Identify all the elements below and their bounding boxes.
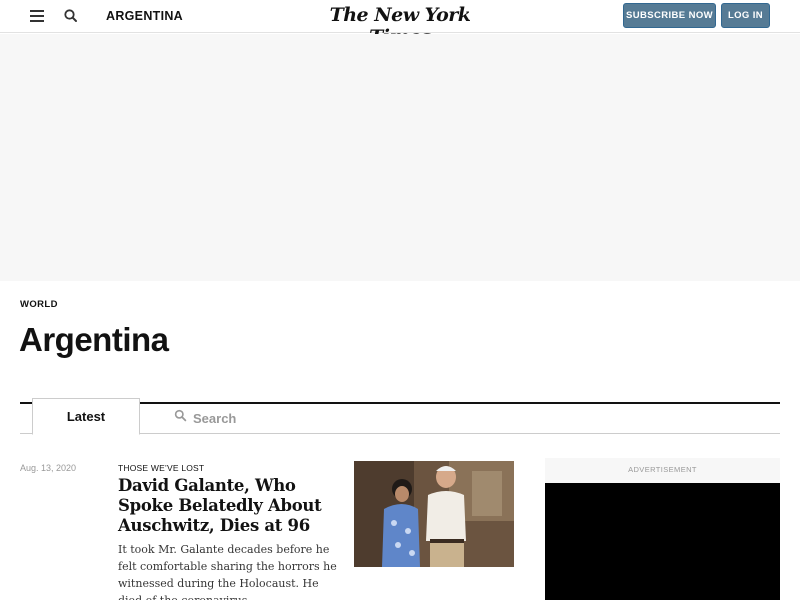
tab-search[interactable]: Search: [174, 409, 236, 427]
story-summary: It took Mr. Galante decades before he fe…: [118, 543, 337, 600]
page-title: Argentina: [19, 321, 169, 358]
side-ad: ADVERTISEMENT: [545, 458, 780, 600]
story-headline[interactable]: David Galante, Who Spoke Belatedly About…: [118, 476, 333, 536]
section-name[interactable]: ARGENTINA: [106, 9, 183, 23]
advertisement-label: ADVERTISEMENT: [628, 465, 697, 474]
search-icon[interactable]: [63, 8, 79, 24]
hamburger-menu-icon[interactable]: [30, 10, 44, 22]
ad-creative[interactable]: [545, 483, 780, 600]
login-button[interactable]: LOG IN: [721, 3, 770, 28]
top-ad-placeholder: [0, 34, 800, 281]
section-kicker[interactable]: WORLD: [20, 299, 58, 310]
story-photo[interactable]: [354, 461, 514, 567]
story-date: Aug. 13, 2020: [20, 463, 77, 473]
story-kicker[interactable]: THOSE WE’VE LOST: [118, 463, 204, 473]
tab-latest[interactable]: Latest: [32, 398, 140, 435]
subscribe-button[interactable]: SUBSCRIBE NOW: [623, 3, 716, 28]
site-header: ARGENTINA The New York Times SUBSCRIBE N…: [0, 0, 800, 48]
search-icon: [174, 409, 187, 427]
tab-search-label: Search: [193, 410, 237, 426]
